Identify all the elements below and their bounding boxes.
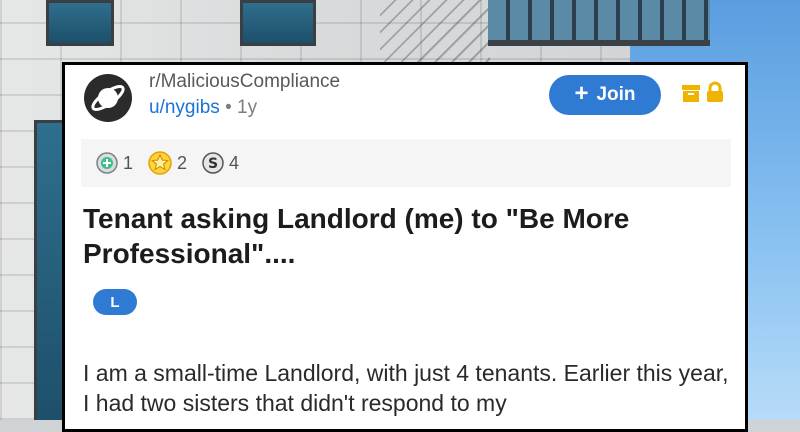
awards-bar: 1 2 S 4 <box>81 139 731 187</box>
building-stairs <box>380 0 490 70</box>
post-body: I am a small-time Landlord, with just 4 … <box>83 360 729 416</box>
helpful-award-icon <box>96 152 118 174</box>
plus-icon: + <box>574 80 589 107</box>
lock-icon <box>707 81 723 102</box>
award-count: 4 <box>229 152 240 173</box>
post-age: 1y <box>237 97 258 118</box>
award-count: 1 <box>123 152 134 173</box>
join-button[interactable]: + Join <box>549 75 661 115</box>
archive-icon <box>682 85 700 102</box>
building-window <box>240 0 316 46</box>
post-meta: u/nygibs • 1y <box>149 97 257 119</box>
meta-separator: • <box>225 97 232 118</box>
post-title[interactable]: Tenant asking Landlord (me) to "Be More … <box>83 201 723 271</box>
planet-icon <box>84 74 132 122</box>
building-balcony <box>488 0 710 46</box>
award-silver[interactable]: S 4 <box>201 151 239 175</box>
post-flair[interactable]: L <box>93 289 137 315</box>
award-count: 2 <box>177 152 188 173</box>
author-link[interactable]: u/nygibs <box>149 97 220 118</box>
award-helpful[interactable]: 1 <box>95 151 133 175</box>
reddit-post-card: r/MaliciousCompliance u/nygibs • 1y + Jo… <box>62 62 748 432</box>
building-window <box>46 0 114 46</box>
silver-award-icon: S <box>202 152 224 174</box>
subreddit-avatar[interactable] <box>83 73 133 123</box>
subreddit-name[interactable]: r/MaliciousCompliance <box>149 71 340 93</box>
svg-text:S: S <box>208 156 218 172</box>
wholesome-award-icon <box>148 151 172 175</box>
join-label: Join <box>596 84 636 105</box>
award-wholesome[interactable]: 2 <box>147 150 187 176</box>
